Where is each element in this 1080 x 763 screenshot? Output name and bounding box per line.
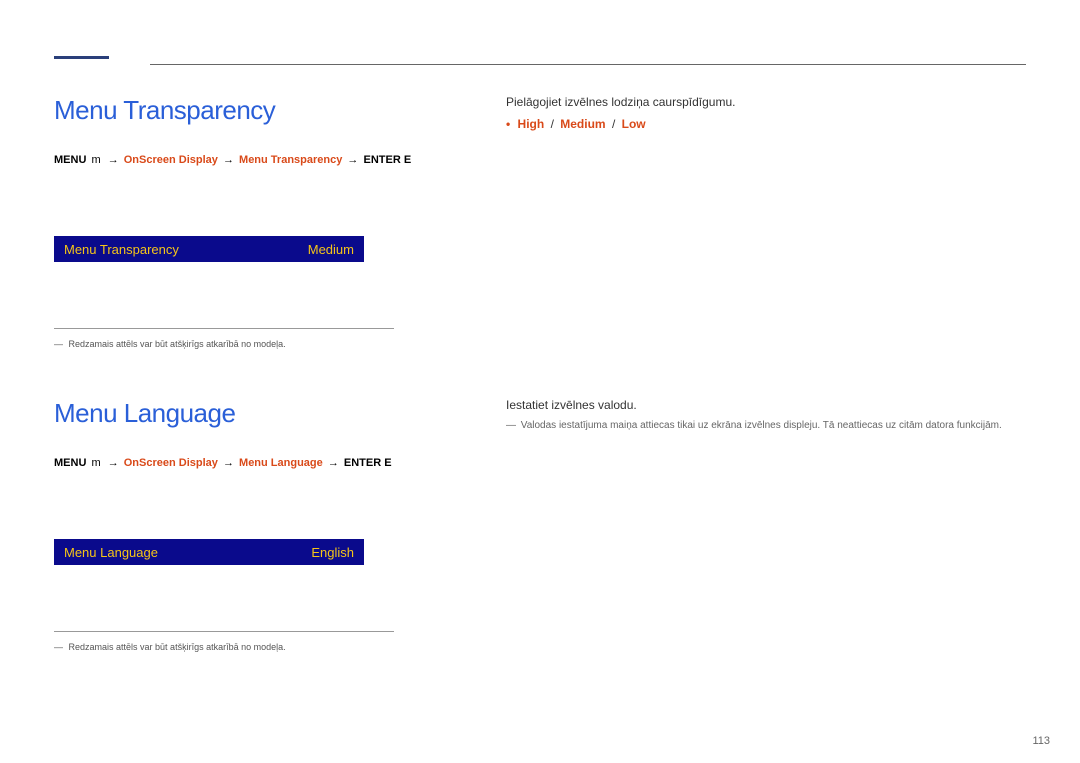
- bc-arrow-sep: →: [108, 154, 119, 166]
- option-high: High: [518, 117, 545, 131]
- options-row: • High / Medium / Low: [506, 117, 1026, 131]
- dash-icon: ―: [54, 642, 66, 652]
- bullet-icon: •: [506, 117, 510, 131]
- description: Pielāgojiet izvēlnes lodziņa caurspīdīgu…: [506, 95, 1026, 109]
- bc-item-2: Menu Language: [239, 457, 323, 469]
- option-sep: /: [551, 117, 554, 131]
- menu-preview-value: English: [311, 545, 354, 560]
- breadcrumb: MENU m → OnScreen Display → Menu Transpa…: [54, 154, 1026, 166]
- bc-arrow-sep: →: [108, 457, 119, 469]
- bc-arrow-sep: →: [223, 154, 234, 166]
- bc-arrow: m: [91, 457, 100, 469]
- note-block: ― Redzamais attēls var būt atšķirīgs atk…: [54, 631, 394, 652]
- bc-enter-icon: E: [404, 154, 411, 166]
- section-menu-transparency: Menu Transparency MENU m → OnScreen Disp…: [54, 95, 1026, 349]
- bc-item-1: OnScreen Display: [124, 154, 218, 166]
- bc-arrow: m: [91, 154, 100, 166]
- option-medium: Medium: [560, 117, 605, 131]
- bc-menu: MENU: [54, 154, 86, 166]
- section-menu-language: Menu Language MENU m → OnScreen Display …: [54, 398, 1026, 652]
- bc-enter: ENTER: [363, 154, 400, 166]
- bc-arrow-sep: →: [328, 457, 339, 469]
- note-block: ― Redzamais attēls var būt atšķirīgs atk…: [54, 328, 394, 349]
- bc-arrow-sep: →: [223, 457, 234, 469]
- menu-preview-label: Menu Language: [64, 545, 158, 560]
- menu-preview-label: Menu Transparency: [64, 242, 179, 257]
- bc-item-1: OnScreen Display: [124, 457, 218, 469]
- menu-preview-box: Menu Language English: [54, 539, 364, 565]
- bc-enter: ENTER: [344, 457, 381, 469]
- description: Iestatiet izvēlnes valodu.: [506, 398, 1026, 412]
- bc-enter-icon: E: [384, 457, 391, 469]
- page-number: 113: [1032, 735, 1050, 747]
- sub-note: ― Valodas iestatījuma maiņa attiecas tik…: [506, 420, 1026, 431]
- note-text: Redzamais attēls var būt atšķirīgs atkar…: [69, 339, 286, 349]
- breadcrumb: MENU m → OnScreen Display → Menu Languag…: [54, 457, 1026, 469]
- menu-preview-value: Medium: [308, 242, 354, 257]
- note-text: Redzamais attēls var būt atšķirīgs atkar…: [69, 642, 286, 652]
- bc-arrow-sep: →: [347, 154, 358, 166]
- sub-note-text: Valodas iestatījuma maiņa attiecas tikai…: [521, 420, 1002, 431]
- right-column: Pielāgojiet izvēlnes lodziņa caurspīdīgu…: [506, 95, 1026, 131]
- right-column: Iestatiet izvēlnes valodu. ― Valodas ies…: [506, 398, 1026, 431]
- header-accent: [54, 56, 109, 59]
- bc-menu: MENU: [54, 457, 86, 469]
- option-low: Low: [622, 117, 646, 131]
- option-sep: /: [612, 117, 615, 131]
- menu-preview-box: Menu Transparency Medium: [54, 236, 364, 262]
- dash-icon: ―: [506, 420, 518, 431]
- header-rule: [150, 64, 1026, 65]
- bc-item-2: Menu Transparency: [239, 154, 342, 166]
- dash-icon: ―: [54, 339, 66, 349]
